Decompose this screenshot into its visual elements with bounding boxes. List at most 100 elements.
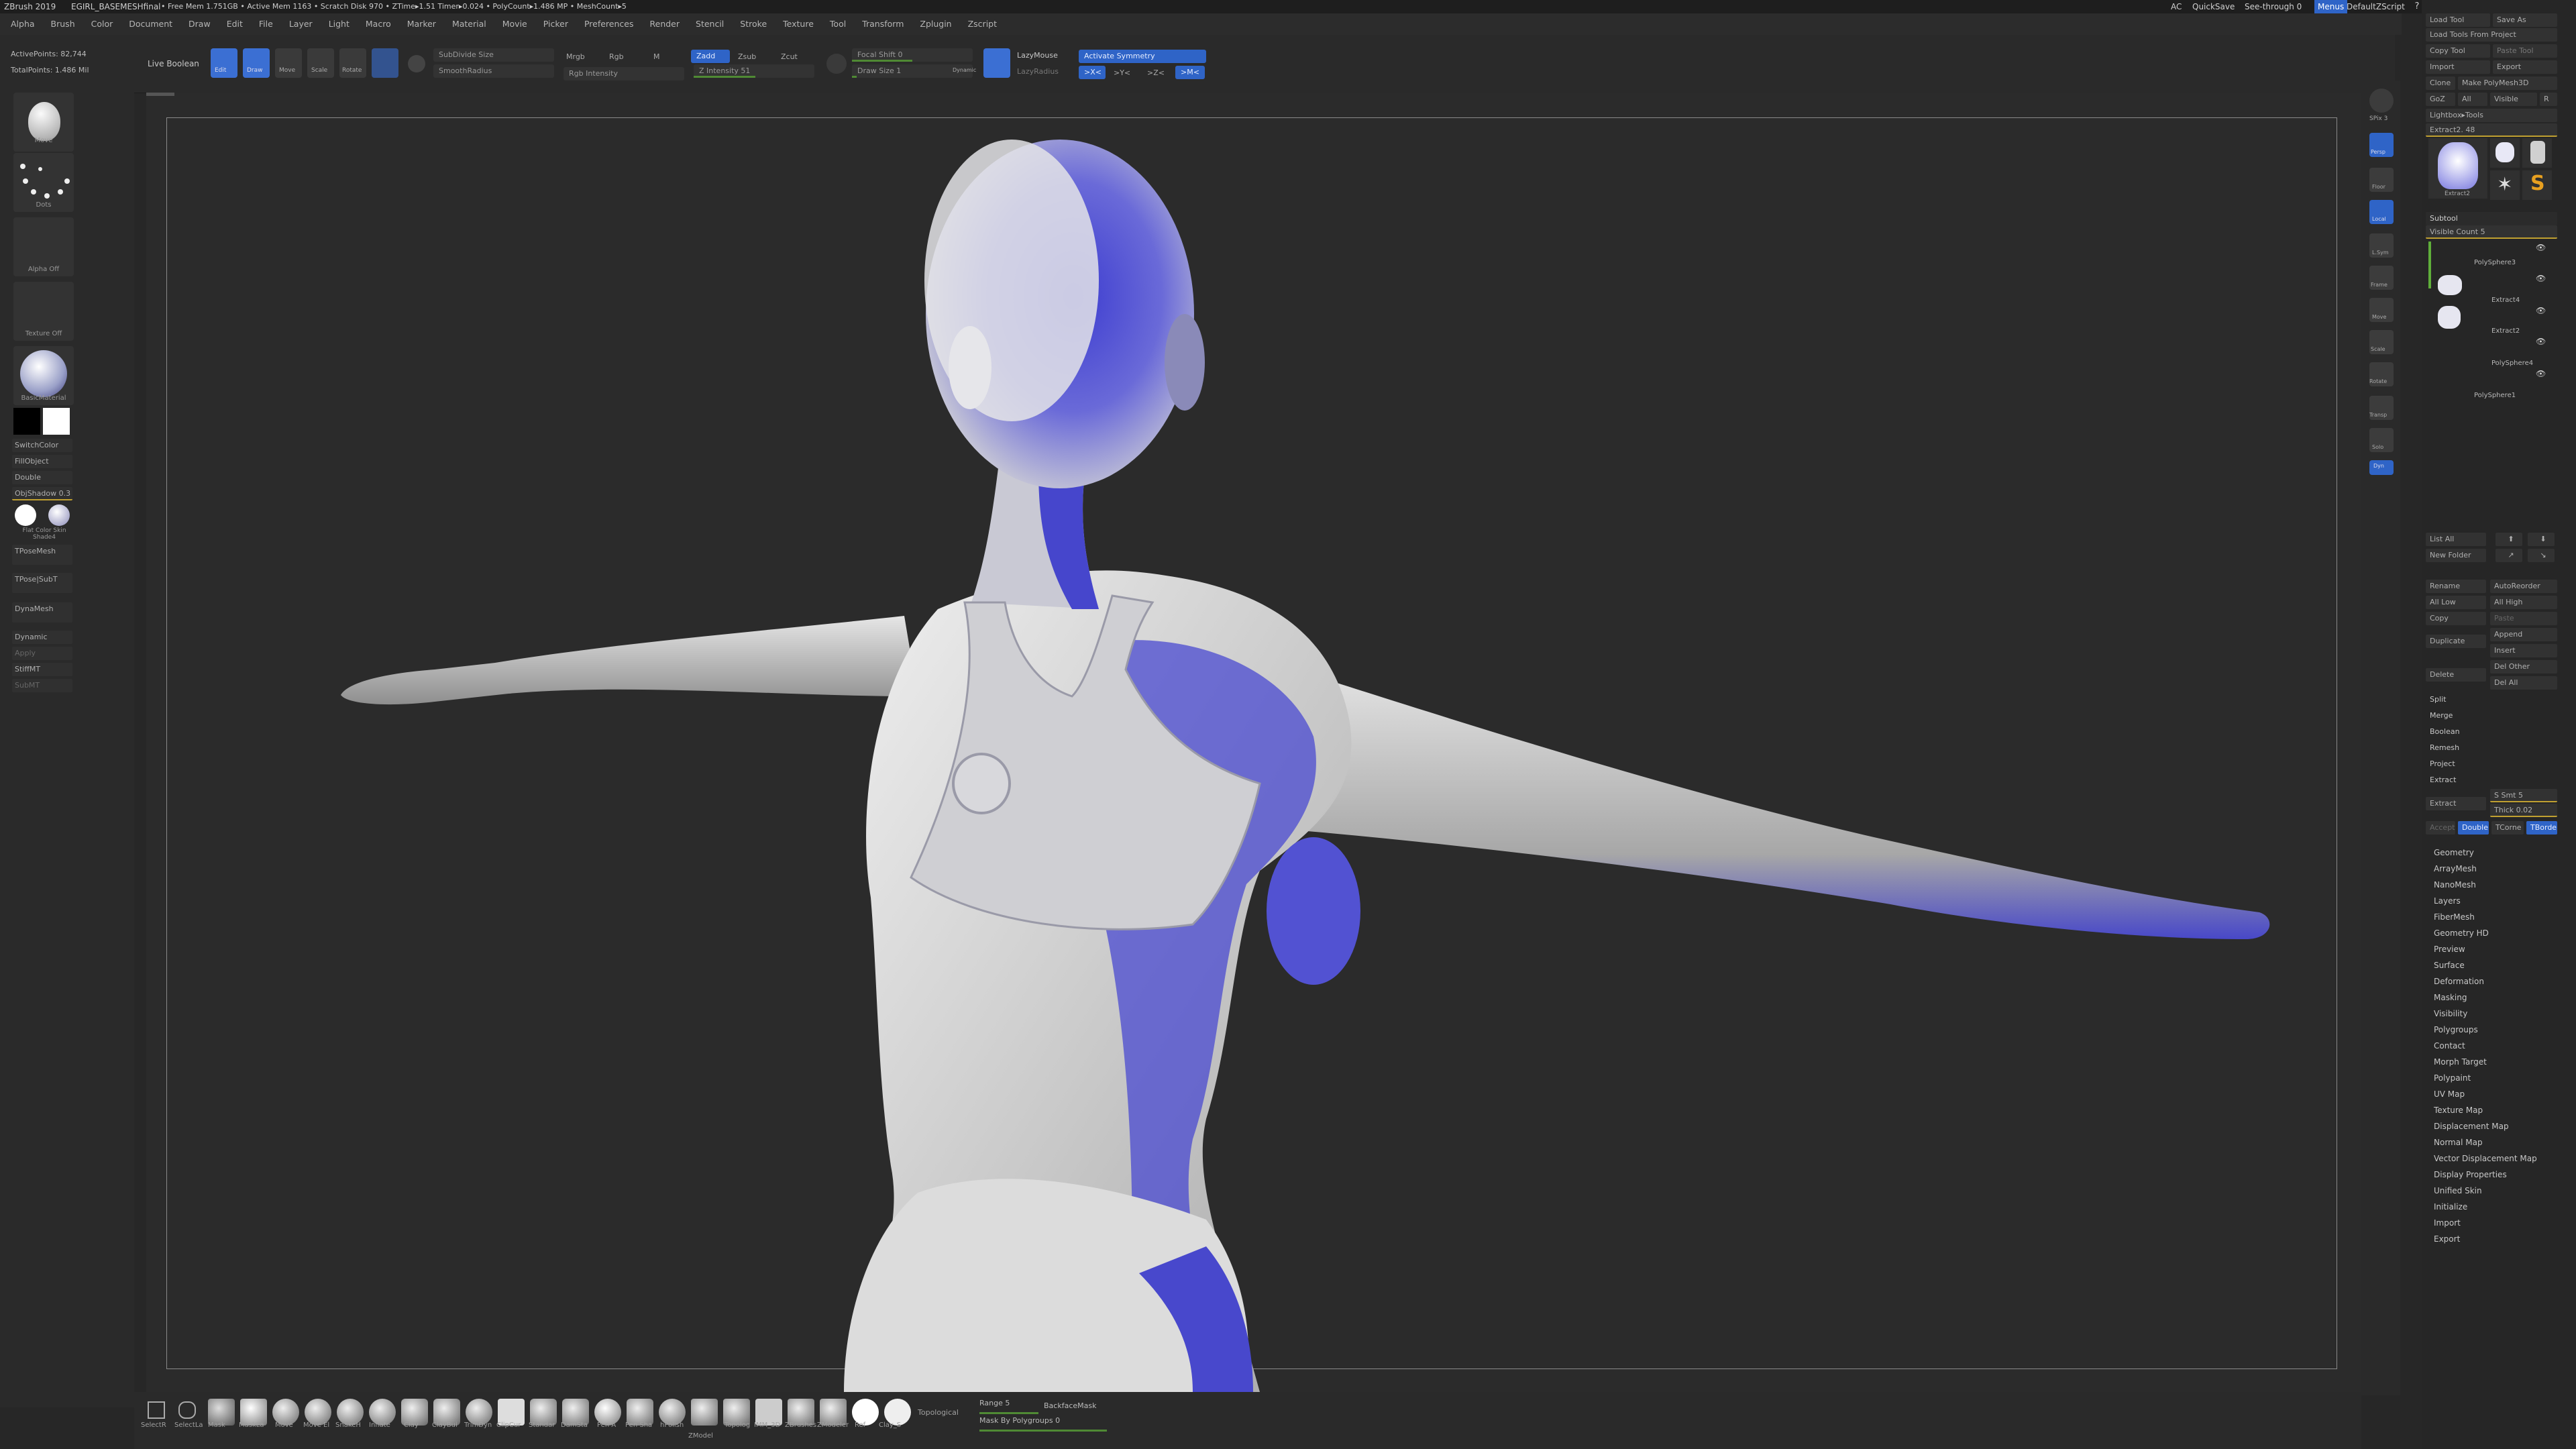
transp-button[interactable]: Transp [2369,396,2394,420]
transform-gizmo-icon[interactable] [372,48,398,78]
import-tool-button[interactable]: Import [2426,60,2490,74]
menu-edit[interactable]: Edit [227,13,243,35]
menu-unified-skin[interactable]: Unified Skin [2434,1186,2482,1195]
brush-cursor-icon[interactable] [826,54,847,74]
menu-displacement-map[interactable]: Displacement Map [2434,1122,2509,1131]
default-zscript-button[interactable]: DefaultZScript [2347,0,2405,13]
select-lasso-icon[interactable] [178,1401,196,1419]
dynamic-button[interactable]: Dynamic [12,631,72,644]
zmodeler-brush-icon[interactable] [691,1399,718,1426]
menu-tool[interactable]: Tool [830,13,846,35]
tool-thumb-simplebrush[interactable]: S [2522,170,2552,200]
all-low-button[interactable]: All Low [2426,596,2486,609]
project-menu[interactable]: Project [2430,759,2455,768]
flat-color-matcap[interactable] [15,504,36,526]
goz-all-button[interactable]: All [2458,93,2487,106]
menu-visibility[interactable]: Visibility [2434,1009,2467,1018]
menu-preferences[interactable]: Preferences [584,13,634,35]
character-model-view[interactable] [146,93,2361,1392]
zadd-button[interactable]: Zadd [691,50,730,63]
floor-button[interactable]: Floor [2369,168,2394,192]
eye-icon[interactable]: 👁 [2536,369,2546,378]
m-button[interactable]: M [653,52,660,61]
menu-initialize[interactable]: Initialize [2434,1202,2467,1212]
menu-polygroups[interactable]: Polygroups [2434,1025,2478,1034]
menu-zscript[interactable]: Zscript [968,13,997,35]
current-tool-slider[interactable]: Extract2. 48 [2426,123,2557,137]
menu-morph-target[interactable]: Morph Target [2434,1057,2487,1067]
save-as-button[interactable]: Save As [2493,13,2557,27]
clone-button[interactable]: Clone [2426,76,2455,90]
menu-layers[interactable]: Layers [2434,896,2461,906]
focal-shift-slider[interactable]: Focal Shift 0 [852,48,973,62]
subtool-header[interactable]: Subtool [2426,212,2557,225]
eye-icon[interactable]: 👁 [2536,306,2546,315]
thick-slider[interactable]: Thick 0.02 [2490,804,2557,817]
menu-export[interactable]: Export [2434,1234,2460,1244]
remesh-menu[interactable]: Remesh [2430,743,2459,752]
fillobject-button[interactable]: FillObject [12,455,72,468]
objshadow-slider[interactable]: ObjShadow 0.3 [12,487,72,500]
double-extract-button[interactable]: Double [2458,821,2489,835]
menu-light[interactable]: Light [329,13,350,35]
menu-transform[interactable]: Transform [862,13,904,35]
switchcolor-button[interactable]: SwitchColor [12,439,72,452]
subtool-item-extract4[interactable]: Extract4 👁 [2435,272,2563,304]
tool-thumb-polymesh3d[interactable]: ✶ [2490,170,2520,200]
all-high-button[interactable]: All High [2490,596,2557,609]
menu-contact[interactable]: Contact [2434,1041,2465,1051]
quicksave-button[interactable]: QuickSave [2192,0,2235,13]
load-tools-from-project-button[interactable]: Load Tools From Project [2426,28,2557,42]
menu-material[interactable]: Material [452,13,486,35]
select-rect-icon[interactable] [148,1401,165,1419]
paste-subtool-button[interactable]: Paste [2490,612,2557,625]
menu-alpha[interactable]: Alpha [11,13,35,35]
menu-picker[interactable]: Picker [543,13,568,35]
duplicate-button[interactable]: Duplicate [2426,635,2486,648]
menu-stroke[interactable]: Stroke [740,13,767,35]
persp-button[interactable]: Persp [2369,133,2394,157]
append-button[interactable]: Append [2490,628,2557,641]
move-view-button[interactable]: Move [2369,298,2394,322]
visible-count-slider[interactable]: Visible Count 5 [2426,225,2557,239]
menu-polypaint[interactable]: Polypaint [2434,1073,2471,1083]
main-color-swatch[interactable] [43,408,70,435]
accept-button[interactable]: Accept [2426,821,2455,835]
menu-preview[interactable]: Preview [2434,945,2465,954]
extract-menu[interactable]: Extract [2430,775,2456,784]
menu-nanomesh[interactable]: NanoMesh [2434,880,2476,890]
boolean-menu[interactable]: Boolean [2430,727,2460,736]
menu-texture[interactable]: Texture [783,13,814,35]
tposemesh-button[interactable]: TPoseMesh [12,545,72,565]
rotate-view-button[interactable]: Rotate [2369,362,2394,386]
tpose-subt-button[interactable]: TPose|SubT [12,573,72,593]
double-button[interactable]: Double [12,471,72,484]
symmetry-z-button[interactable]: >Z< [1147,68,1165,77]
tcorne-button[interactable]: TCorne [2491,821,2524,835]
copy-tool-button[interactable]: Copy Tool [2426,44,2490,58]
move-up-icon[interactable]: ↗ [2496,549,2522,562]
list-all-button[interactable]: List All [2426,533,2486,546]
arrow-up-icon[interactable]: ⬆ [2496,533,2522,546]
menu-import[interactable]: Import [2434,1218,2461,1228]
delete-button[interactable]: Delete [2426,668,2486,682]
arrow-down-icon[interactable]: ⬇ [2528,533,2555,546]
scale-view-button[interactable]: Scale [2369,330,2394,354]
frame-button[interactable]: Frame [2369,266,2394,290]
menu-zplugin[interactable]: Zplugin [920,13,951,35]
symmetry-m-button[interactable]: >M< [1175,66,1205,79]
subtool-item-polysphere1[interactable]: PolySphere1 👁 [2435,369,2563,399]
zsub-button[interactable]: Zsub [738,52,756,61]
menu-vector-displacement-map[interactable]: Vector Displacement Map [2434,1154,2537,1163]
make-polymesh3d-button[interactable]: Make PolyMesh3D [2458,76,2557,90]
symmetry-y-button[interactable]: >Y< [1114,68,1130,77]
menu-uv-map[interactable]: UV Map [2434,1089,2465,1099]
s-smt-slider[interactable]: S Smt 5 [2490,789,2557,802]
z-intensity-slider[interactable]: Z Intensity 51 [694,64,814,78]
subdivide-size-slider[interactable]: SubDivide Size [433,48,554,62]
merge-menu[interactable]: Merge [2430,711,2453,720]
sphere-toggle-icon[interactable] [408,55,425,72]
eye-icon[interactable]: 👁 [2536,337,2546,346]
skin-shade-matcap[interactable] [48,504,70,526]
menu-arraymesh[interactable]: ArrayMesh [2434,864,2477,873]
